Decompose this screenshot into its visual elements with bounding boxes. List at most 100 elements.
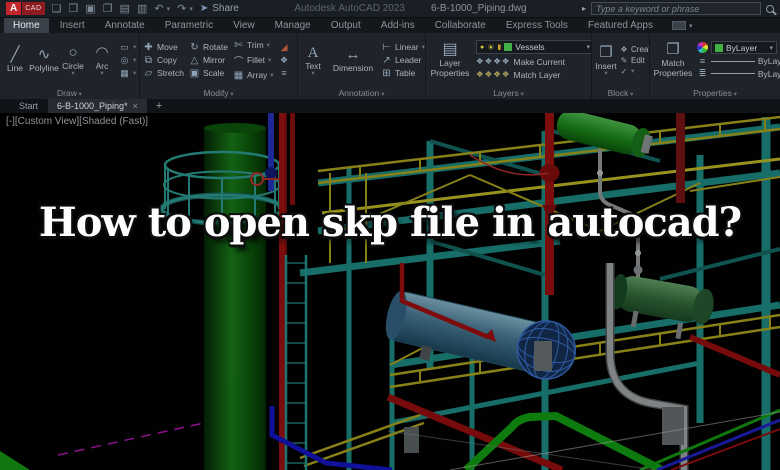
rotate-icon: ↻	[190, 41, 199, 53]
explode-tool[interactable]: ❖	[279, 55, 290, 66]
attributes-tool[interactable]: ✓ ▾	[620, 67, 649, 76]
stretch-tool[interactable]: ▱ Stretch	[143, 68, 184, 79]
table-label: Table	[395, 68, 416, 78]
tab-express-tools[interactable]: Express Tools	[497, 18, 577, 33]
edit-block-tool[interactable]: ✎ Edit	[620, 56, 649, 65]
color-dropdown[interactable]: ByLayer ▾	[711, 41, 777, 54]
hatch-tool[interactable]: ▦ ▾	[119, 68, 136, 79]
ellipse-tool[interactable]: ◎ ▾	[119, 55, 137, 66]
lineweight-row[interactable]: ≡ ByLayer	[697, 56, 780, 66]
scale-label: Scale	[202, 68, 225, 78]
app-title: Autodesk AutoCAD 2023	[294, 3, 405, 14]
panel-title-layers[interactable]: Layers	[426, 87, 591, 99]
tab-output[interactable]: Output	[322, 18, 370, 33]
linear-tool[interactable]: ⊢ Linear ▾	[381, 42, 425, 53]
tab-drawing[interactable]: 6-B-1000_Piping* ×	[48, 99, 147, 113]
fillet-tool[interactable]: ⌒ Fillet ▾	[233, 53, 274, 68]
match-layer-row[interactable]: ❖❖❖❖ Match Layer	[476, 69, 591, 80]
tab-home[interactable]: Home	[4, 18, 49, 33]
panel-title-properties[interactable]: Properties	[650, 87, 780, 99]
tab-collaborate[interactable]: Collaborate	[426, 18, 495, 33]
make-current-label: Make Current	[513, 56, 565, 67]
share-button[interactable]: ➤ Share	[200, 3, 239, 14]
tab-start[interactable]: Start	[10, 99, 47, 113]
table-tool[interactable]: ⊞ Table	[381, 68, 425, 79]
scale-icon: ▣	[189, 67, 200, 79]
chevron-down-icon: ▾	[270, 72, 274, 79]
mirror-tool[interactable]: △ Mirror	[189, 55, 228, 66]
tab-add-ins[interactable]: Add-ins	[372, 18, 424, 33]
circle-icon: ○	[68, 43, 78, 61]
circle-tool[interactable]: ○ Circle ▾	[61, 43, 85, 76]
autocad-window: A CAD ❏ ❒ ▣ ❐ ▤ ▥ ↶ ▾ ↷ ▾ ➤ Share Autodesk…	[0, 0, 780, 470]
create-block-tool[interactable]: ❖Create	[620, 45, 649, 54]
chevron-down-icon: ▾	[586, 44, 590, 51]
chevron-down-icon: ▾	[424, 56, 425, 64]
undo-dropdown-icon[interactable]: ▾	[167, 5, 171, 13]
search-input[interactable]	[591, 2, 761, 15]
panel-title-block[interactable]: Block	[592, 87, 649, 99]
create-block-icon: ❖	[620, 44, 628, 54]
rectangle-tool[interactable]: ▭ ▾	[119, 42, 136, 53]
erase-icon: ◢	[280, 42, 288, 52]
make-current-row[interactable]: ❖❖❖❖ Make Current	[476, 56, 591, 67]
tab-manage[interactable]: Manage	[266, 18, 320, 33]
color-value: ByLayer	[726, 42, 758, 53]
tab-featured-apps[interactable]: Featured Apps	[579, 18, 662, 33]
offset-tool[interactable]: ≡	[279, 68, 290, 78]
layer-on-icon: ●	[480, 43, 485, 51]
close-icon[interactable]: ×	[133, 101, 138, 111]
plot-icon[interactable]: ▤	[120, 2, 130, 15]
hatch-icon: ▦	[120, 67, 129, 78]
tab-view[interactable]: View	[224, 18, 264, 33]
autocad-logo[interactable]: A CAD	[6, 2, 45, 15]
panel-title-modify[interactable]: Modify	[140, 87, 297, 99]
leader-tool[interactable]: ↗ Leader▾	[381, 55, 425, 66]
erase-tool[interactable]: ◢	[279, 42, 290, 53]
linear-icon: ⊢	[382, 41, 391, 53]
panel-title-annotation[interactable]: Annotation	[298, 87, 425, 99]
layer-properties-tool[interactable]: ▤ Layer Properties	[429, 41, 471, 79]
layer-dropdown[interactable]: ● ☀ ▮ Vessels ▾	[476, 40, 591, 54]
linetype-row[interactable]: ≣ ByLayer	[697, 68, 780, 79]
copy-tool[interactable]: ⧉ Copy	[143, 55, 184, 66]
tab-insert[interactable]: Insert	[51, 18, 94, 33]
panel-draw: ╱ Line ∿ Polyline ○ Circle ▾ ◠ Arc ▾ ▭ ▾…	[0, 33, 140, 99]
array-tool[interactable]: ▦ Array ▾	[233, 70, 274, 81]
insert-block-tool[interactable]: ❒ Insert ▾	[595, 44, 617, 76]
text-tool[interactable]: A Text ▾	[301, 45, 325, 77]
leader-icon: ↗	[382, 54, 391, 66]
search-icon[interactable]	[766, 4, 774, 13]
line-tool[interactable]: ╱ Line	[3, 47, 27, 74]
save-icon[interactable]: ▣	[85, 2, 95, 15]
layer-stack-icon: ▤	[442, 41, 458, 58]
viewport-controls[interactable]: [-][Custom View][Shaded (Fast)]	[6, 116, 148, 127]
rotate-tool[interactable]: ↻ Rotate	[189, 42, 228, 53]
match-properties-tool[interactable]: ❐ Match Properties	[653, 42, 693, 79]
dimension-tool[interactable]: ↔ Dimension	[330, 47, 376, 74]
redo-icon[interactable]: ↷	[177, 2, 186, 15]
drawing-viewport[interactable]: [-][Custom View][Shaded (Fast)] How to o…	[0, 113, 780, 470]
save-as-icon[interactable]: ❐	[103, 2, 113, 15]
open-file-icon[interactable]: ❒	[68, 2, 78, 15]
object-color-row: ByLayer ▾	[697, 41, 780, 54]
print-icon[interactable]: ▥	[137, 2, 147, 15]
new-drawing-button[interactable]: +	[148, 99, 170, 113]
quick-access-toolbar: ❏ ❒ ▣ ❐ ▤ ▥ ↶ ▾ ↷ ▾	[52, 2, 193, 15]
undo-icon[interactable]: ↶	[154, 2, 163, 15]
tab-annotate[interactable]: Annotate	[96, 18, 154, 33]
ribbon-display-toggle[interactable]: ▾	[671, 18, 692, 33]
stretch-label: Stretch	[157, 68, 184, 78]
arc-tool[interactable]: ◠ Arc ▾	[90, 44, 114, 76]
help-search: ▸	[582, 2, 774, 15]
trim-tool[interactable]: ✄ Trim ▾	[233, 40, 274, 51]
move-tool[interactable]: ✚ Move	[143, 42, 184, 53]
redo-dropdown-icon[interactable]: ▾	[189, 5, 193, 13]
leader-label: Leader	[395, 55, 422, 65]
polyline-tool[interactable]: ∿ Polyline	[29, 47, 59, 74]
search-arrow-icon[interactable]: ▸	[582, 4, 586, 13]
scale-tool[interactable]: ▣ Scale	[189, 68, 228, 79]
new-file-icon[interactable]: ❏	[52, 2, 62, 15]
panel-title-draw[interactable]: Draw	[0, 87, 139, 99]
tab-parametric[interactable]: Parametric	[156, 18, 222, 33]
